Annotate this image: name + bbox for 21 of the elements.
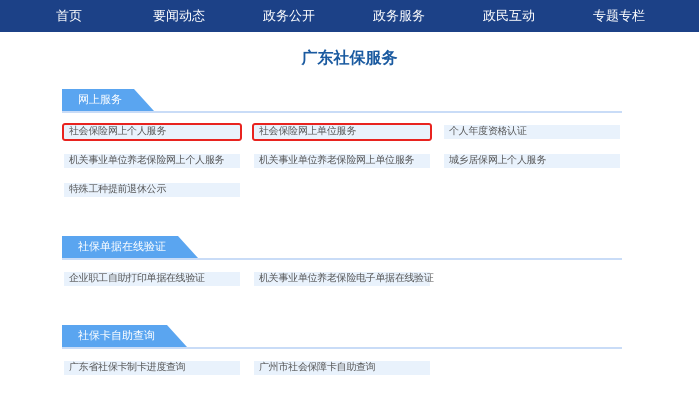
nav-link[interactable]: 首页 — [56, 7, 82, 25]
service-link[interactable]: 机关事业单位养老保险网上个人服务 — [62, 152, 242, 170]
service-link[interactable]: 广州市社会保障卡自助查询 — [252, 359, 432, 377]
nav-link[interactable]: 要闻动态 — [153, 7, 205, 25]
section-title: 网上服务 — [62, 89, 154, 111]
service-link[interactable]: 社会保险网上单位服务 — [252, 123, 432, 141]
service-link[interactable]: 广东省社保卡制卡进度查询 — [62, 359, 242, 377]
service-link[interactable]: 特殊工种提前退休公示 — [62, 181, 242, 199]
nav-link[interactable]: 政务公开 — [263, 7, 315, 25]
service-link[interactable]: 城乡居保网上个人服务 — [442, 152, 622, 170]
service-link[interactable]: 社会保险网上个人服务 — [62, 123, 242, 141]
section-title: 社保单据在线验证 — [62, 236, 198, 258]
service-link[interactable]: 机关事业单位养老保险网上单位服务 — [252, 152, 432, 170]
page-title: 广东社保服务 — [302, 47, 398, 69]
nav-link[interactable]: 政民互动 — [483, 7, 535, 25]
nav-link[interactable]: 专题专栏 — [593, 7, 645, 25]
service-link[interactable]: 机关事业单位养老保险电子单据在线验证 — [252, 270, 432, 288]
service-link[interactable]: 个人年度资格认证 — [442, 123, 622, 141]
service-link[interactable]: 企业职工自助打印单据在线验证 — [62, 270, 242, 288]
nav-link[interactable]: 政务服务 — [373, 7, 425, 25]
section-title: 社保卡自助查询 — [62, 325, 187, 347]
